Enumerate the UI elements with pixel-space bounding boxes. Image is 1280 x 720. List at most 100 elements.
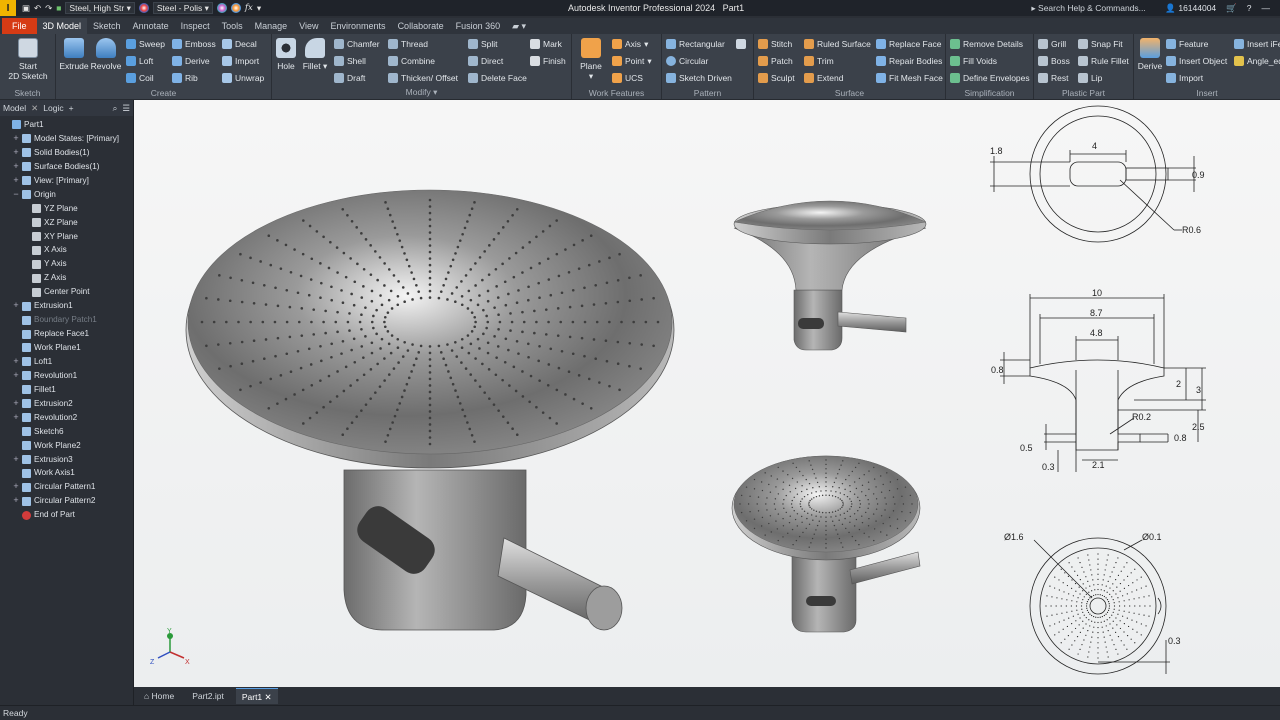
tab-part2[interactable]: Part2.ipt [186,688,230,704]
start-2d-sketch-button[interactable]: Start 2D Sketch [6,38,50,81]
expand-toggle-icon[interactable]: + [12,160,20,174]
expand-toggle-icon[interactable]: + [12,299,20,313]
insert-object-button[interactable]: Insert Object [1166,54,1227,68]
tree-item[interactable]: End of Part [0,508,133,522]
import-button[interactable]: Import [222,54,259,68]
shell-button[interactable]: Shell [334,54,366,68]
feature-button[interactable]: Feature [1166,37,1208,51]
tree-item[interactable]: + Circular Pattern2 [0,494,133,508]
tree-item[interactable]: Z Axis [0,271,133,285]
expand-toggle-icon[interactable]: − [12,188,20,202]
help-icon[interactable]: ? [1247,3,1252,13]
tab-manage[interactable]: Manage [249,18,294,34]
tab-sketch[interactable]: Sketch [87,18,127,34]
fill-voids-button[interactable]: Fill Voids [950,54,997,68]
coil-button[interactable]: Coil [126,71,154,85]
revolve-button[interactable]: Revolve [90,38,122,71]
tab-fusion-360[interactable]: Fusion 360 [450,18,507,34]
tree-item[interactable]: + Revolution2 [0,411,133,425]
tab-logic[interactable]: Logic [43,103,63,113]
tree-item[interactable]: + View: [Primary] [0,174,133,188]
tree-item[interactable]: Y Axis [0,257,133,271]
delete-face-button[interactable]: Delete Face [468,71,527,85]
fit-mesh-face-button[interactable]: Fit Mesh Face [876,71,943,85]
tree-item[interactable]: + Revolution1 [0,369,133,383]
tree-item[interactable]: + Solid Bodies(1) [0,146,133,160]
insert-import-button[interactable]: Import [1166,71,1203,85]
tab-tools[interactable]: Tools [216,18,249,34]
menu-icon[interactable]: ☰ [122,103,130,114]
tree-item[interactable]: Replace Face1 [0,327,133,341]
tree-item[interactable]: Boundary Patch1 [0,313,133,327]
tree-item[interactable]: + Extrusion3 [0,453,133,467]
expand-toggle-icon[interactable]: + [12,132,20,146]
expand-toggle-icon[interactable]: + [12,369,20,383]
sculpt-button[interactable]: Sculpt [758,71,795,85]
tree-item[interactable]: + Model States: [Primary] [0,132,133,146]
minimize-icon[interactable]: — [1262,3,1271,13]
axis-button[interactable]: Axis ▾ [612,37,648,51]
top-view-part[interactable] [731,455,921,633]
ruled-surface-button[interactable]: Ruled Surface [804,37,871,51]
derive-component-button[interactable]: Derive [1136,38,1164,71]
search-icon[interactable]: ⌕ [113,103,118,114]
tree-item[interactable]: Part1 [0,118,133,132]
remove-details-button[interactable]: Remove Details [950,37,1023,51]
combine-button[interactable]: Combine [388,54,435,68]
define-envelopes-button[interactable]: Define Envelopes [950,71,1030,85]
loft-button[interactable]: Loft [126,54,153,68]
tree-item[interactable]: Work Plane1 [0,341,133,355]
tree-item[interactable]: − Origin [0,188,133,202]
tree-item[interactable]: + Circular Pattern1 [0,480,133,494]
point-button[interactable]: Point ▾ [612,54,652,68]
tab-collaborate[interactable]: Collaborate [392,18,450,34]
snap-fit-button[interactable]: Snap Fit [1078,37,1123,51]
group-label-modify[interactable]: Modify ▾ [272,87,571,98]
lip-button[interactable]: Lip [1078,71,1102,85]
insert-ifeature-button[interactable]: Insert iFe [1234,37,1280,51]
draft-button[interactable]: Draft [334,71,365,85]
tab-inspect[interactable]: Inspect [175,18,216,34]
thicken-offset-button[interactable]: Thicken/ Offset [388,71,458,85]
expand-toggle-icon[interactable]: + [12,174,20,188]
tree-item[interactable]: Work Plane2 [0,439,133,453]
sweep-button[interactable]: Sweep [126,37,165,51]
fillet-button[interactable]: Fillet ▾ [302,38,328,71]
split-button[interactable]: Split [468,37,498,51]
finish-button[interactable]: Finish [530,54,566,68]
undo-icon[interactable]: ↶ [34,3,41,14]
sketch-driven-pattern-button[interactable]: Sketch Driven [666,71,732,85]
tree-item[interactable]: Work Axis1 [0,466,133,480]
tab-part1[interactable]: Part1 ✕ [235,688,278,704]
tab-file[interactable]: File [2,18,37,34]
expand-toggle-icon[interactable]: + [12,146,20,160]
tab-model[interactable]: Model [3,103,26,113]
tree-item[interactable]: Center Point [0,285,133,299]
grill-button[interactable]: Grill [1038,37,1066,51]
expand-toggle-icon[interactable]: + [12,355,20,369]
expand-toggle-icon[interactable]: + [12,480,20,494]
tab-annotate[interactable]: Annotate [127,18,175,34]
thread-button[interactable]: Thread [388,37,428,51]
stitch-button[interactable]: Stitch [758,37,792,51]
boss-button[interactable]: Boss [1038,54,1070,68]
chamfer-button[interactable]: Chamfer [334,37,380,51]
tree-item[interactable]: XY Plane [0,230,133,244]
tree-item[interactable]: X Axis [0,243,133,257]
decal-button[interactable]: Decal [222,37,257,51]
expand-toggle-icon[interactable]: + [12,494,20,508]
main-part-view[interactable] [185,189,675,631]
mirror-button[interactable] [736,37,746,51]
emboss-button[interactable]: Emboss [172,37,216,51]
close-tab-icon[interactable]: ✕ [265,692,272,702]
cart-icon[interactable]: 🛒 [1226,3,1237,14]
rest-button[interactable]: Rest [1038,71,1068,85]
fx-parameters-icon[interactable]: fx [245,3,253,13]
tab-home[interactable]: ⌂ Home [138,688,180,704]
view-triad[interactable]: Y X Z [150,628,190,666]
extend-button[interactable]: Extend [804,71,843,85]
tree-item[interactable]: YZ Plane [0,202,133,216]
repair-bodies-button[interactable]: Repair Bodies [876,54,942,68]
save-icon[interactable]: ▣ [22,3,30,14]
tree-item[interactable]: + Loft1 [0,355,133,369]
